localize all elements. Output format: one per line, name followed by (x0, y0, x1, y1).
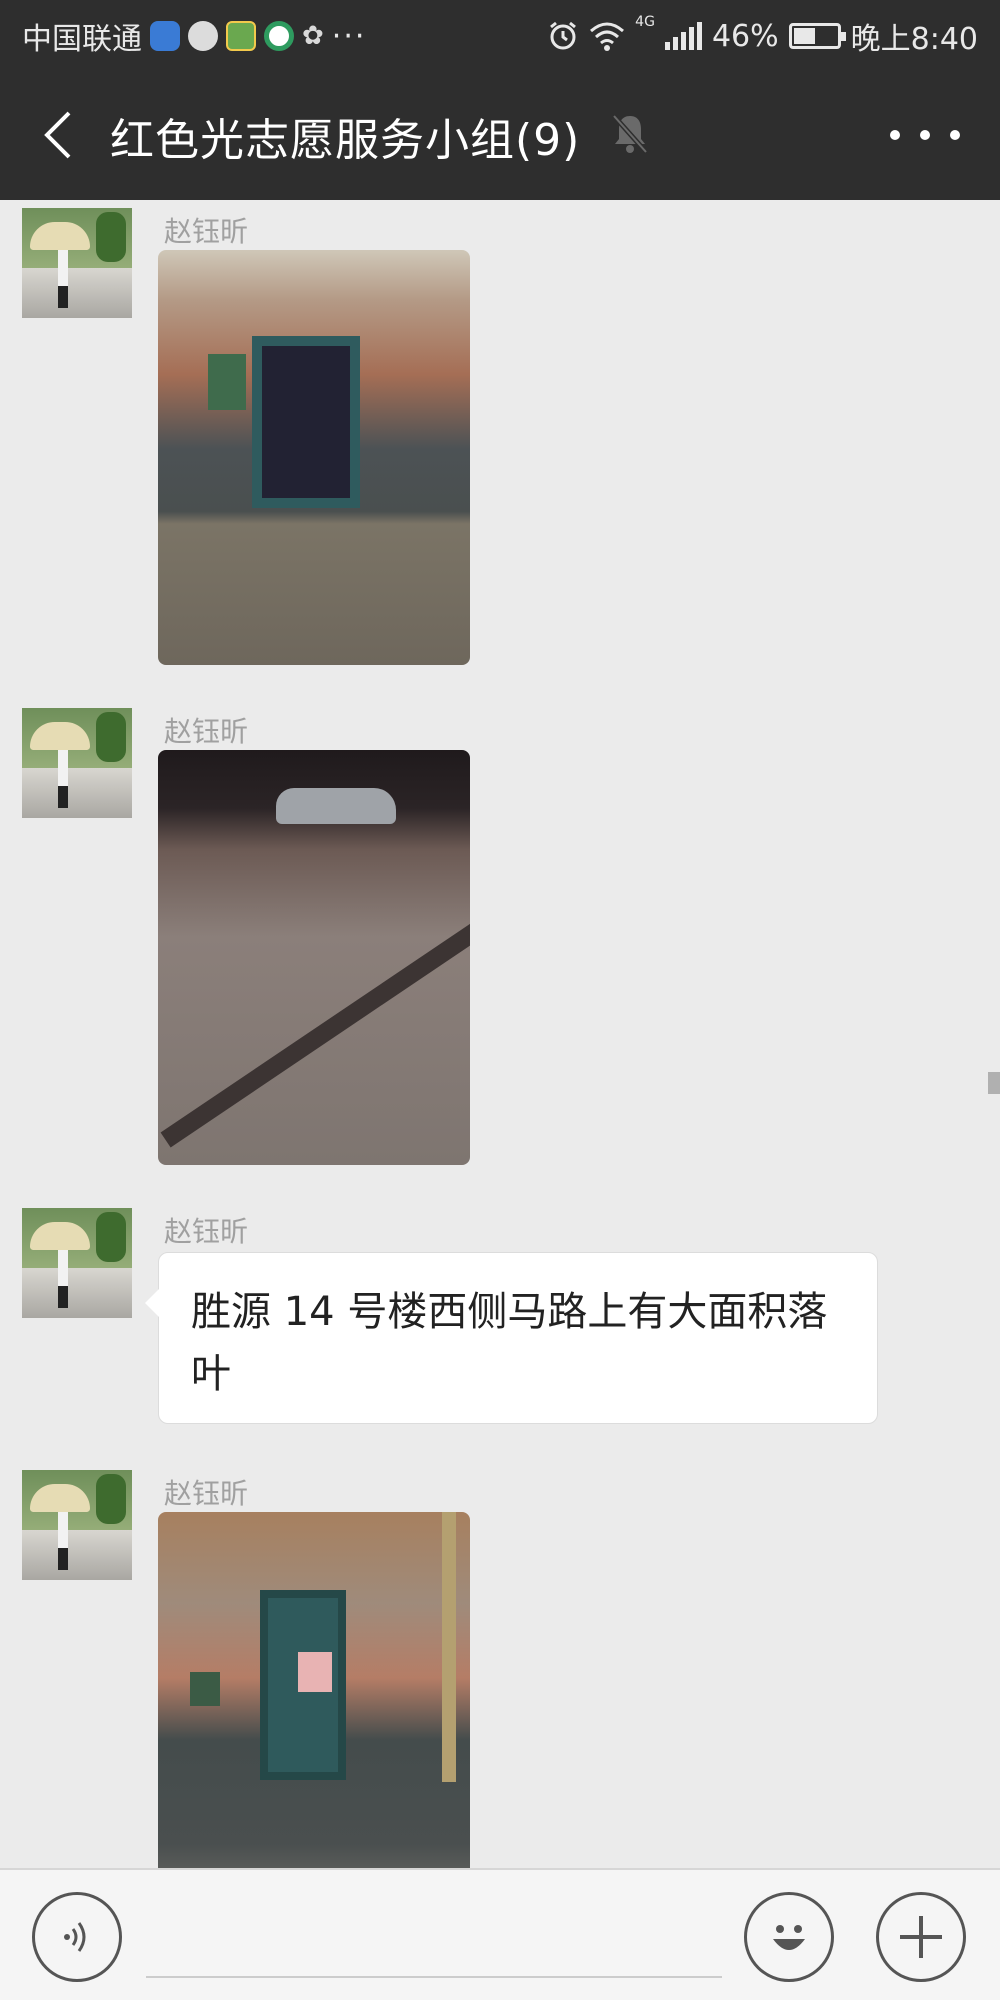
network-type-label: 4G (635, 14, 655, 30)
more-notifications: ··· (331, 18, 367, 54)
battery-fill (793, 28, 815, 44)
message-item: 赵钰昕 (0, 1462, 1000, 1868)
wifi-icon (590, 22, 625, 51)
sender-name: 赵钰昕 (164, 715, 249, 748)
battery-percent: 46% (711, 18, 779, 54)
input-bar (0, 1868, 1000, 2000)
text-message-bubble[interactable]: 胜源 14 号楼西侧马路上有大面积落叶 (145, 1252, 878, 1424)
back-button[interactable] (28, 100, 88, 170)
status-bar-right: 4G 46% 晚上8:40 (547, 14, 978, 58)
message-item: 赵钰昕 胜源 14 号楼西侧马路上有大面积落叶 (0, 1200, 1000, 1440)
sender-name: 赵钰昕 (164, 215, 249, 248)
message-item: 赵钰昕 (0, 700, 1000, 1180)
chat-app-icon (188, 21, 218, 51)
bell-muted-icon (612, 114, 648, 154)
plus-icon (900, 1916, 942, 1958)
avatar[interactable] (22, 708, 132, 818)
green-door-photo[interactable] (158, 1512, 470, 1868)
shield-app-icon (150, 21, 180, 51)
add-attachment-button[interactable] (876, 1892, 966, 1982)
chevron-left-icon (44, 111, 71, 159)
leaves-on-road-photo[interactable] (158, 750, 470, 1165)
emoji-icon (773, 1925, 805, 1950)
news-app-icon (264, 21, 294, 51)
avatar[interactable] (22, 1208, 132, 1318)
chat-header: 红色光志愿服务小组(9) (0, 70, 1000, 200)
emoji-button[interactable] (744, 1892, 834, 1982)
clock: 晚上8:40 (850, 22, 978, 57)
voice-button[interactable] (32, 1892, 122, 1982)
carrier-label: 中国联通 (22, 22, 142, 57)
alarm-icon (550, 21, 577, 50)
sender-name: 赵钰昕 (164, 1477, 249, 1510)
chat-title: 红色光志愿服务小组(9) (110, 115, 581, 166)
message-item: 赵钰昕 (0, 200, 1000, 680)
avatar[interactable] (22, 208, 132, 318)
status-bar: 中国联通 ✿ ··· 4G 46% 晚上8:40 (0, 0, 1000, 70)
sender-name: 赵钰昕 (164, 1215, 249, 1248)
huawei-icon: ✿ (302, 21, 324, 51)
voice-icon (64, 1922, 86, 1952)
more-options-button[interactable] (890, 110, 960, 160)
avatar[interactable] (22, 1470, 132, 1580)
message-input[interactable] (146, 1976, 722, 1978)
game-app-icon (226, 21, 256, 51)
building-doorway-photo[interactable] (158, 250, 470, 665)
scroll-indicator[interactable] (988, 1072, 1000, 1094)
more-dots-icon (890, 130, 900, 140)
status-bar-left: 中国联通 ✿ ··· (22, 14, 366, 58)
signal-icon (664, 22, 702, 50)
battery-icon (788, 23, 846, 49)
